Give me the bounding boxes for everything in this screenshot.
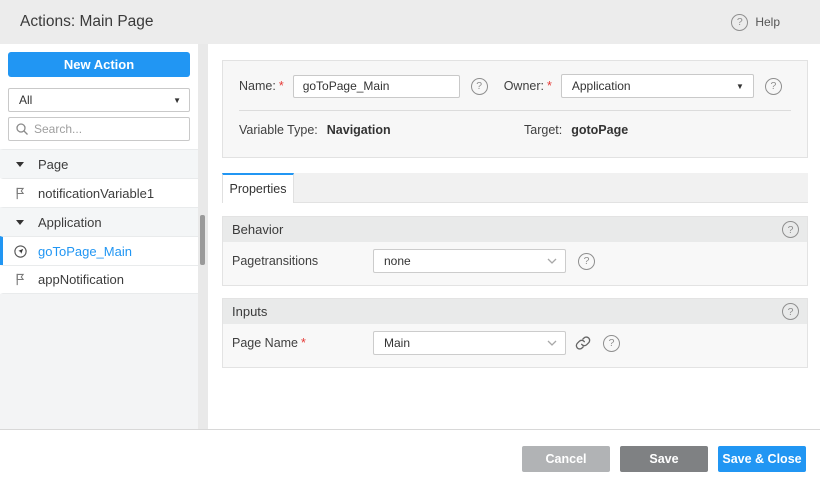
help-button[interactable]: ? Help (731, 13, 780, 31)
detail-tabbar: Properties (222, 173, 808, 203)
sidebar-scrollbar-thumb[interactable] (200, 215, 205, 265)
behavior-section-header: Behavior ? (223, 217, 807, 242)
actions-sidebar: New Action All ▼ Search... Page notifica… (0, 44, 198, 429)
meta-row-name-owner: Name: * ? Owner: * Application ▼ ? (223, 61, 807, 98)
flag-icon (12, 185, 28, 201)
action-meta-form: Name: * ? Owner: * Application ▼ ? Varia… (222, 60, 808, 158)
inputs-section-title: Inputs (232, 304, 268, 319)
required-marker: * (278, 79, 284, 93)
variable-type-value: Navigation (326, 123, 391, 137)
chevron-down-icon (547, 340, 557, 346)
search-input[interactable] (34, 122, 189, 136)
page-name-help-icon[interactable]: ? (603, 334, 620, 352)
search-icon (15, 121, 29, 137)
tree-group-label: Page (38, 156, 69, 172)
tab-properties[interactable]: Properties (222, 173, 294, 203)
owner-label: Owner: (503, 79, 544, 93)
actions-tree: Page notificationVariable1 Application g… (0, 149, 198, 294)
chevron-down-icon: ▼ (735, 81, 744, 91)
variable-type-label: Variable Type: (239, 123, 318, 137)
help-icon: ? (731, 13, 749, 31)
caret-down-icon[interactable] (12, 156, 28, 172)
tree-item-label: notificationVariable1 (38, 185, 155, 201)
pagetransitions-help-icon[interactable]: ? (578, 252, 595, 270)
page-name-row: Page Name * Main ? (232, 331, 798, 355)
tree-group-label: Application (38, 214, 102, 230)
required-marker: * (301, 336, 306, 350)
action-detail-panel: Name: * ? Owner: * Application ▼ ? Varia… (208, 44, 820, 429)
tree-item-gotopage-main[interactable]: goToPage_Main (0, 236, 198, 265)
caret-down-icon[interactable] (12, 214, 28, 230)
name-field[interactable] (292, 74, 460, 98)
flag-icon (12, 272, 28, 288)
save-button[interactable]: Save (620, 446, 708, 472)
navigation-icon (12, 243, 28, 259)
actions-editor-window: Actions: Main Page ? Help New Action All… (0, 0, 820, 488)
page-name-select[interactable]: Main (373, 331, 566, 355)
behavior-help-icon[interactable]: ? (782, 221, 799, 238)
tree-item-label: appNotification (38, 272, 124, 287)
page-name-label-text: Page Name (232, 336, 299, 350)
tree-group-page[interactable]: Page (0, 149, 198, 178)
inputs-section-header: Inputs ? (223, 299, 807, 324)
meta-row-type-target: Variable Type: Navigation Target: gotoPa… (223, 111, 807, 137)
behavior-section-body: Pagetransitions none ? (223, 242, 807, 285)
window-body: New Action All ▼ Search... Page notifica… (0, 44, 820, 430)
owner-select-value: Application (571, 79, 631, 93)
name-help-icon[interactable]: ? (470, 77, 488, 95)
chevron-down-icon: ▼ (173, 95, 181, 105)
search-box[interactable] (8, 117, 190, 141)
inputs-section-body: Page Name * Main ? (223, 324, 807, 367)
pagetransitions-select[interactable]: none (373, 249, 566, 273)
target-value: gotoPage (571, 123, 629, 137)
pagetransitions-select-value: none (384, 254, 411, 268)
window-header: Actions: Main Page ? Help (0, 0, 820, 44)
inputs-section: Inputs ? Page Name * Main ? (222, 298, 808, 368)
bind-link-icon[interactable] (575, 335, 591, 351)
footer-bar: Cancel Save Save & Close (0, 430, 820, 488)
sidebar-scrollbar[interactable] (198, 44, 208, 429)
page-title: Actions: Main Page (20, 13, 154, 30)
tree-item-label: goToPage_Main (38, 243, 132, 259)
name-label: Name: (239, 79, 276, 93)
save-and-close-button[interactable]: Save & Close (718, 446, 806, 472)
filter-select[interactable]: All ▼ (8, 88, 190, 112)
owner-select[interactable]: Application ▼ (560, 74, 754, 98)
new-action-button[interactable]: New Action (8, 52, 190, 77)
behavior-section-title: Behavior (232, 222, 284, 237)
page-name-select-value: Main (384, 336, 411, 350)
tree-group-application[interactable]: Application (0, 207, 198, 236)
cancel-button[interactable]: Cancel (522, 446, 610, 472)
pagetransitions-label: Pagetransitions (232, 254, 319, 268)
page-name-label: Page Name * (232, 336, 373, 350)
chevron-down-icon (547, 258, 557, 264)
pagetransitions-row: Pagetransitions none ? (232, 249, 798, 273)
sidebar-controls: New Action All ▼ (0, 44, 198, 149)
tree-item-appnotification[interactable]: appNotification (0, 265, 198, 294)
owner-help-icon[interactable]: ? (764, 77, 782, 95)
behavior-section: Behavior ? Pagetransitions none ? (222, 216, 808, 286)
inputs-help-icon[interactable]: ? (782, 303, 799, 320)
target-label: Target: (524, 123, 563, 137)
required-marker: * (547, 79, 552, 93)
help-label: Help (755, 15, 780, 29)
tree-item-notificationvariable1[interactable]: notificationVariable1 (0, 178, 198, 207)
filter-select-value: All (19, 93, 33, 107)
